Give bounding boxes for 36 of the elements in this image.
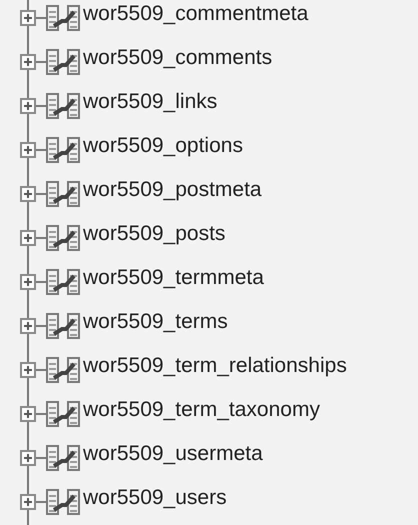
- table-name[interactable]: wor5509_options: [83, 134, 243, 158]
- table-name[interactable]: wor5509_links: [83, 90, 218, 114]
- plus-icon: [23, 145, 33, 155]
- expand-toggle[interactable]: [20, 98, 36, 114]
- table-name[interactable]: wor5509_usermeta: [83, 442, 263, 466]
- expand-toggle[interactable]: [20, 318, 36, 334]
- table-name[interactable]: wor5509_terms: [83, 310, 228, 334]
- expand-toggle[interactable]: [20, 230, 36, 246]
- table-name[interactable]: wor5509_commentmeta: [83, 2, 308, 26]
- plus-icon: [23, 189, 33, 199]
- expand-toggle[interactable]: [20, 142, 36, 158]
- expand-toggle[interactable]: [20, 406, 36, 422]
- table-name[interactable]: wor5509_posts: [83, 222, 226, 246]
- expand-toggle[interactable]: [20, 10, 36, 26]
- expand-toggle[interactable]: [20, 186, 36, 202]
- table-name[interactable]: wor5509_term_relationships: [83, 354, 347, 378]
- plus-icon: [23, 365, 33, 375]
- plus-icon: [23, 57, 33, 67]
- table-name[interactable]: wor5509_comments: [83, 46, 272, 70]
- plus-icon: [23, 13, 33, 23]
- plus-icon: [23, 497, 33, 507]
- expand-toggle[interactable]: [20, 362, 36, 378]
- plus-icon: [23, 453, 33, 463]
- table-name[interactable]: wor5509_users: [83, 486, 227, 510]
- plus-icon: [23, 409, 33, 419]
- expand-toggle[interactable]: [20, 450, 36, 466]
- plus-icon: [23, 321, 33, 331]
- plus-icon: [23, 101, 33, 111]
- expand-toggle[interactable]: [20, 494, 36, 510]
- plus-icon: [23, 277, 33, 287]
- table-name[interactable]: wor5509_postmeta: [83, 178, 262, 202]
- table-name[interactable]: wor5509_termmeta: [83, 266, 264, 290]
- expand-toggle[interactable]: [20, 274, 36, 290]
- plus-icon: [23, 233, 33, 243]
- expand-toggle[interactable]: [20, 54, 36, 70]
- table-name[interactable]: wor5509_term_taxonomy: [83, 398, 320, 422]
